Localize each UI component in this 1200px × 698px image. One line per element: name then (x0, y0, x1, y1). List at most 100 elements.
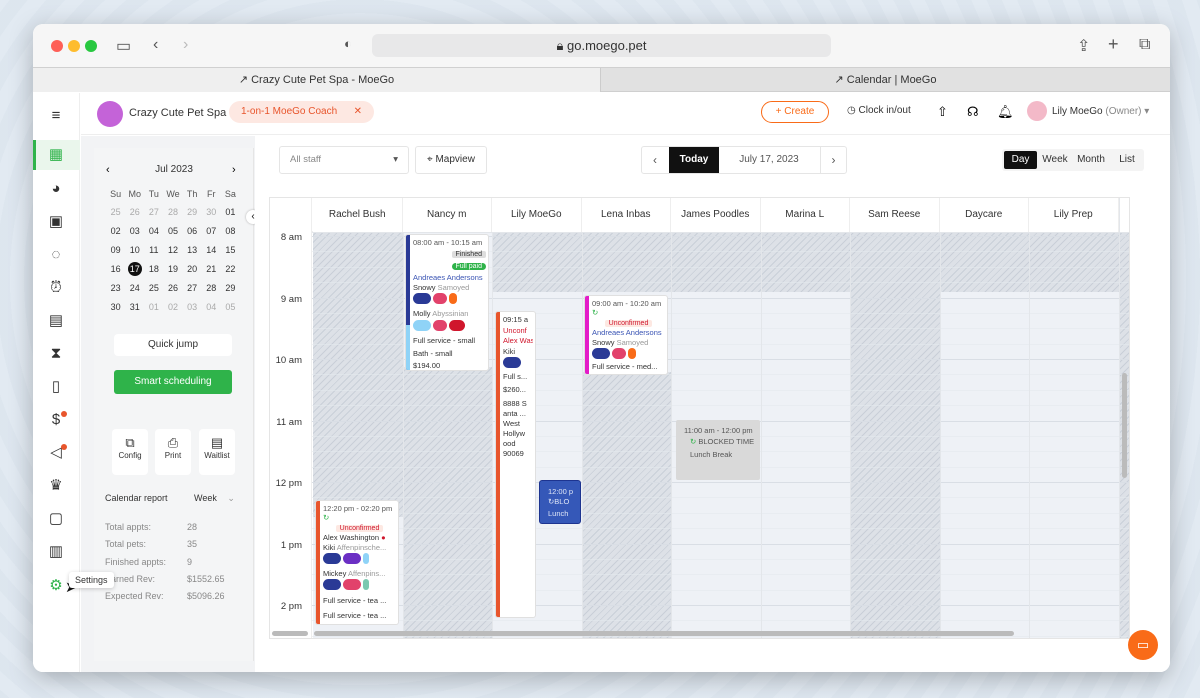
forward-icon[interactable]: › (183, 36, 188, 54)
calendar-day[interactable]: 02 (106, 221, 125, 240)
calendar-day[interactable]: 03 (125, 221, 144, 240)
horizontal-scrollbar-left[interactable] (272, 631, 308, 636)
horizontal-scrollbar[interactable] (314, 631, 1014, 636)
appointment-card[interactable]: 09:15 a Unconf Alex Was Kiki Full s... $… (496, 312, 535, 617)
clock-button[interactable]: ◷ Clock in/out (847, 105, 911, 116)
tab-calendar[interactable]: ↗ Calendar | MoeGo (601, 68, 1170, 92)
bell-icon[interactable]: 🔔︎ (997, 104, 1014, 120)
upload-icon[interactable]: ⇧ (937, 104, 948, 120)
calendar-day[interactable]: 04 (202, 297, 221, 316)
calendar-day[interactable]: 29 (183, 202, 202, 221)
schedule-icon[interactable]: ▤ (45, 310, 67, 332)
sidebar-toggle-icon[interactable]: ▭ (116, 36, 131, 56)
calendar-day[interactable]: 28 (163, 202, 182, 221)
calendar-day[interactable]: 20 (183, 259, 202, 278)
calendar-day[interactable]: 05 (163, 221, 182, 240)
mapview-button[interactable]: ⌖ Mapview (415, 146, 487, 174)
view-day[interactable]: Day (1004, 151, 1037, 169)
staff-column-header[interactable]: Daycare (939, 198, 1029, 232)
calendar-day[interactable]: 12 (163, 240, 182, 259)
business-name[interactable]: Crazy Cute Pet Spa (129, 107, 226, 119)
address-bar[interactable]: 🔒︎ go.moego.pet (372, 34, 831, 57)
calendar-day[interactable]: 21 (202, 259, 221, 278)
hourglass-icon[interactable]: ⧗ (45, 343, 67, 365)
tab-crazy-cute[interactable]: ↗ Crazy Cute Pet Spa - MoeGo (33, 68, 601, 92)
close-window-button[interactable] (51, 40, 63, 52)
close-icon[interactable]: ✕ (354, 101, 362, 123)
today-button[interactable]: Today (669, 147, 719, 173)
calendar-day[interactable]: 03 (183, 297, 202, 316)
calendar-day[interactable]: 17 (125, 259, 144, 278)
calendar-day[interactable]: 11 (144, 240, 163, 259)
view-week[interactable]: Week (1039, 151, 1071, 169)
prev-day-button[interactable]: ‹ (642, 147, 668, 173)
calendar-day[interactable]: 29 (221, 278, 240, 297)
store-icon[interactable]: ▣ (45, 211, 67, 233)
blocked-time-card[interactable]: 11:00 am - 12:00 pm ↻ BLOCKED TIME Lunch… (676, 420, 760, 480)
calendar-day[interactable]: 30 (106, 297, 125, 316)
blocked-time-card[interactable]: 12:00 p ↻BLO Lunch (540, 481, 580, 523)
next-day-button[interactable]: › (820, 147, 846, 173)
calendar-day[interactable]: 25 (144, 278, 163, 297)
smart-scheduling-button[interactable]: Smart scheduling (114, 370, 232, 394)
appointment-card[interactable]: 12:20 pm - 02:20 pm ↻ Unconfirmed Alex W… (316, 501, 398, 624)
vertical-scrollbar[interactable] (1122, 373, 1127, 478)
staff-column-header[interactable]: Sam Reese (850, 198, 940, 232)
selected-day[interactable]: 17 (127, 261, 142, 276)
calendar-day[interactable]: 22 (221, 259, 240, 278)
crown-icon[interactable]: ♛ (45, 475, 67, 497)
staff-column-header[interactable]: Lily Prep (1029, 198, 1119, 232)
new-tab-icon[interactable]: + (1108, 34, 1119, 55)
calendar-day[interactable]: 06 (183, 221, 202, 240)
calendar-day[interactable]: 25 (106, 202, 125, 221)
calendar-day[interactable]: 19 (163, 259, 182, 278)
calendar-day[interactable]: 26 (163, 278, 182, 297)
calendar-day[interactable]: 10 (125, 240, 144, 259)
staff-filter-select[interactable]: All staff ▾ (279, 146, 409, 174)
shop-icon[interactable]: ▢ (45, 508, 67, 530)
staff-column-header[interactable]: Nancy m (402, 198, 492, 232)
view-month[interactable]: Month (1072, 151, 1110, 169)
pet-icon[interactable]: ◕ (45, 178, 67, 200)
staff-column-header[interactable]: James Poodles (671, 198, 761, 232)
report-period-select[interactable]: Week ⌄ (194, 493, 235, 504)
create-button[interactable]: + Create (761, 101, 829, 123)
calendar-day[interactable]: 08 (221, 221, 240, 240)
client-name[interactable]: Andreaes Andersons (413, 273, 486, 282)
document-icon[interactable]: ▯ (45, 376, 67, 398)
back-icon[interactable]: ‹ (153, 36, 158, 54)
calendar-day[interactable]: 04 (144, 221, 163, 240)
staff-column-header[interactable]: Lena Inbas (581, 198, 671, 232)
message-icon[interactable]: ◌ (45, 244, 67, 266)
coach-banner[interactable]: 1-on-1 MoeGo Coach ✕ (229, 101, 374, 123)
settings-icon[interactable]: ⚙ (45, 575, 67, 597)
staff-column-header[interactable]: Lily MoeGo (492, 198, 582, 232)
headset-icon[interactable]: ☊ (967, 104, 979, 120)
tab-overview-icon[interactable]: ⧉ (1139, 36, 1150, 54)
calendar-day[interactable]: 18 (144, 259, 163, 278)
next-month-icon[interactable]: › (232, 164, 236, 176)
calendar-day[interactable]: 28 (202, 278, 221, 297)
calendar-day[interactable]: 13 (183, 240, 202, 259)
menu-icon[interactable]: ≡ (45, 105, 67, 127)
calendar-icon[interactable]: ▦ (45, 144, 67, 166)
minimize-window-button[interactable] (68, 40, 80, 52)
calendar-day[interactable]: 27 (183, 278, 202, 297)
report-chart-icon[interactable]: ▥ (45, 541, 67, 563)
calendar-day[interactable]: 16 (106, 259, 125, 278)
calendar-day[interactable]: 01 (221, 202, 240, 221)
share-icon[interactable]: ⇪ (1077, 36, 1090, 56)
appointment-card[interactable]: 08:00 am - 10:15 am Finished Full paid A… (406, 235, 488, 370)
calendar-day[interactable]: 24 (125, 278, 144, 297)
calendar-day[interactable]: 23 (106, 278, 125, 297)
maximize-window-button[interactable] (85, 40, 97, 52)
calendar-day[interactable]: 02 (163, 297, 182, 316)
calendar-day[interactable]: 05 (221, 297, 240, 316)
appointment-card[interactable]: 09:00 am - 10:20 am ↻ Unconfirmed Andrea… (585, 296, 667, 374)
staff-column-header[interactable]: Marina L (760, 198, 850, 232)
chat-support-button[interactable]: ▭ (1128, 630, 1158, 660)
waitlist-button[interactable]: ▤ Waitlist (199, 429, 235, 475)
calendar-day[interactable]: 09 (106, 240, 125, 259)
print-button[interactable]: ⎙ Print (155, 429, 191, 475)
calendar-day[interactable]: 07 (202, 221, 221, 240)
